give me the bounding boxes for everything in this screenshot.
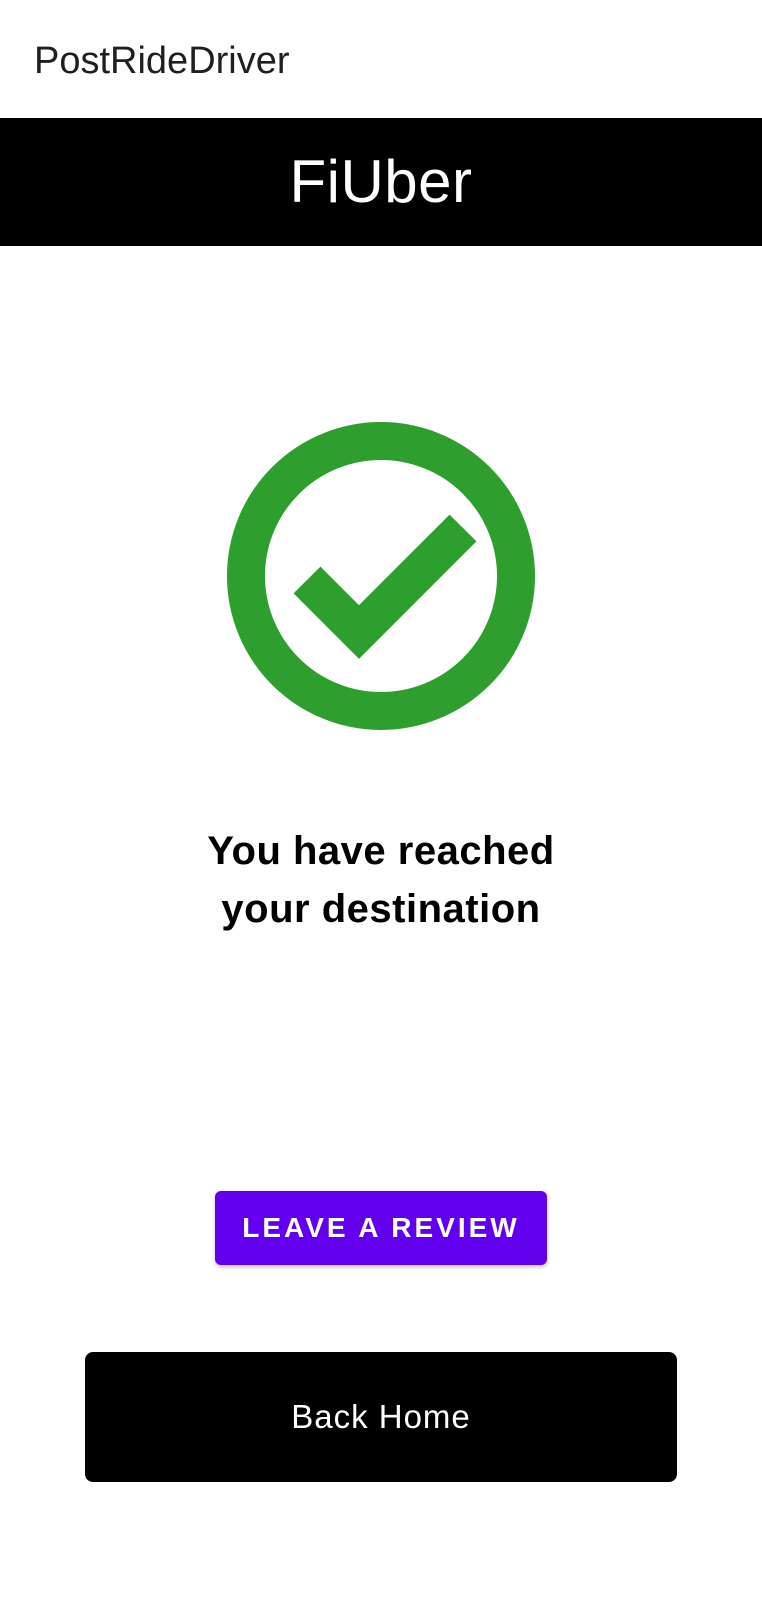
destination-message: You have reached your destination [0, 822, 762, 938]
brand-title: FiUber [289, 148, 473, 215]
brand-header: FiUber [0, 118, 762, 246]
post-ride-screen: PostRideDriver FiUber You have reached y… [0, 0, 762, 1600]
app-bar-title: PostRideDriver [34, 40, 290, 82]
back-home-button[interactable]: Back Home [85, 1352, 677, 1482]
destination-message-line-2: your destination [221, 887, 541, 931]
destination-message-line-1: You have reached [207, 829, 555, 873]
app-bar: PostRideDriver [0, 0, 762, 118]
check-circle-icon [227, 422, 535, 730]
leave-review-button[interactable]: LEAVE A REVIEW [215, 1191, 547, 1265]
